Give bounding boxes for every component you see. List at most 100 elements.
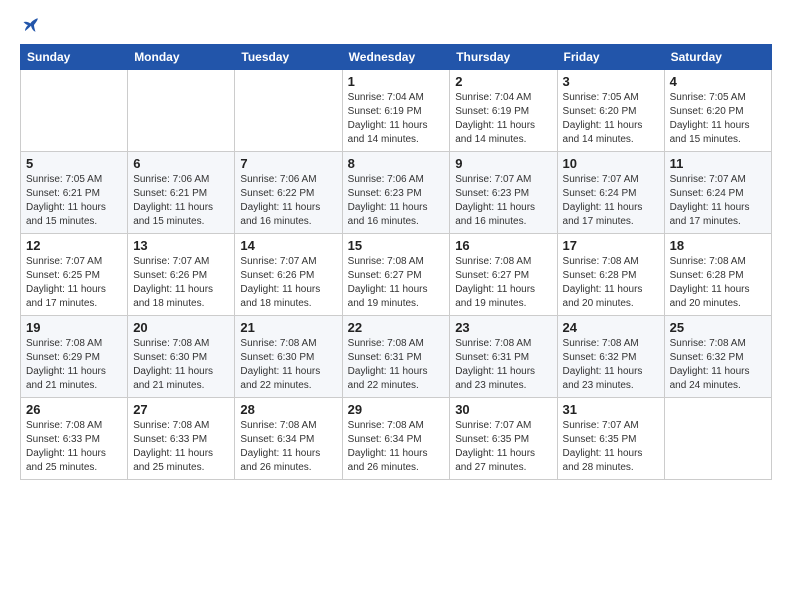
day-info: Sunrise: 7:08 AM Sunset: 6:32 PM Dayligh… bbox=[670, 337, 766, 393]
calendar-cell: 22Sunrise: 7:08 AM Sunset: 6:31 PM Dayli… bbox=[342, 316, 450, 398]
day-info: Sunrise: 7:08 AM Sunset: 6:28 PM Dayligh… bbox=[670, 255, 766, 311]
weekday-header-sunday: Sunday bbox=[21, 45, 128, 70]
calendar-cell: 13Sunrise: 7:07 AM Sunset: 6:26 PM Dayli… bbox=[128, 234, 235, 316]
day-number: 18 bbox=[670, 238, 766, 253]
calendar-cell: 21 Sunrise: 7:08 AM Sunset: 6:30 PM Dayli… bbox=[235, 316, 342, 398]
day-info: Sunrise: 7:05 AM Sunset: 6:20 PM Dayligh… bbox=[670, 91, 766, 147]
calendar-cell: 2 Sunrise: 7:04 AM Sunset: 6:19 PM Daylig… bbox=[450, 70, 557, 152]
weekday-header-friday: Friday bbox=[557, 45, 664, 70]
day-number: 10 bbox=[563, 156, 659, 171]
day-number: 23 bbox=[455, 320, 551, 335]
day-number: 15 bbox=[348, 238, 445, 253]
day-number: 17 bbox=[563, 238, 659, 253]
calendar-cell: 27 Sunrise: 7:08 AM Sunset: 6:33 PM Dayli… bbox=[128, 398, 235, 480]
day-info: Sunrise: 7:08 AM Sunset: 6:33 PM Dayligh… bbox=[133, 419, 229, 475]
calendar-cell bbox=[128, 70, 235, 152]
day-info: Sunrise: 7:07 AM Sunset: 6:35 PM Dayligh… bbox=[455, 419, 551, 475]
calendar-cell: 16 Sunrise: 7:08 AM Sunset: 6:27 PM Dayli… bbox=[450, 234, 557, 316]
day-info: Sunrise: 7:07 AM Sunset: 6:24 PM Dayligh… bbox=[563, 173, 659, 229]
day-info: Sunrise: 7:07 AM Sunset: 6:26 PM Dayligh… bbox=[133, 255, 229, 311]
calendar-cell: 18 Sunrise: 7:08 AM Sunset: 6:28 PM Dayli… bbox=[664, 234, 771, 316]
day-number: 14 bbox=[240, 238, 336, 253]
calendar-cell: 15 Sunrise: 7:08 AM Sunset: 6:27 PM Dayli… bbox=[342, 234, 450, 316]
day-info: Sunrise: 7:08 AM Sunset: 6:28 PM Dayligh… bbox=[563, 255, 659, 311]
calendar-cell: 6Sunrise: 7:06 AM Sunset: 6:21 PM Daylig… bbox=[128, 152, 235, 234]
day-number: 8 bbox=[348, 156, 445, 171]
day-number: 25 bbox=[670, 320, 766, 335]
day-info: Sunrise: 7:08 AM Sunset: 6:32 PM Dayligh… bbox=[563, 337, 659, 393]
day-number: 12 bbox=[26, 238, 122, 253]
calendar-cell: 19 Sunrise: 7:08 AM Sunset: 6:29 PM Dayli… bbox=[21, 316, 128, 398]
weekday-header-wednesday: Wednesday bbox=[342, 45, 450, 70]
day-number: 3 bbox=[563, 74, 659, 89]
day-number: 24 bbox=[563, 320, 659, 335]
weekday-header-row: SundayMondayTuesdayWednesdayThursdayFrid… bbox=[21, 45, 772, 70]
header bbox=[20, 16, 772, 34]
day-number: 4 bbox=[670, 74, 766, 89]
calendar-cell bbox=[664, 398, 771, 480]
day-info: Sunrise: 7:04 AM Sunset: 6:19 PM Dayligh… bbox=[455, 91, 551, 147]
day-number: 9 bbox=[455, 156, 551, 171]
day-number: 7 bbox=[240, 156, 336, 171]
day-info: Sunrise: 7:08 AM Sunset: 6:29 PM Dayligh… bbox=[26, 337, 122, 393]
day-info: Sunrise: 7:07 AM Sunset: 6:25 PM Dayligh… bbox=[26, 255, 122, 311]
day-info: Sunrise: 7:08 AM Sunset: 6:27 PM Dayligh… bbox=[348, 255, 445, 311]
calendar-cell: 5 Sunrise: 7:05 AM Sunset: 6:21 PM Daylig… bbox=[21, 152, 128, 234]
calendar-cell: 1 Sunrise: 7:04 AM Sunset: 6:19 PM Daylig… bbox=[342, 70, 450, 152]
day-number: 29 bbox=[348, 402, 445, 417]
day-number: 20 bbox=[133, 320, 229, 335]
day-info: Sunrise: 7:08 AM Sunset: 6:33 PM Dayligh… bbox=[26, 419, 122, 475]
calendar-cell: 28Sunrise: 7:08 AM Sunset: 6:34 PM Dayli… bbox=[235, 398, 342, 480]
calendar-cell: 26 Sunrise: 7:08 AM Sunset: 6:33 PM Dayli… bbox=[21, 398, 128, 480]
day-info: Sunrise: 7:07 AM Sunset: 6:23 PM Dayligh… bbox=[455, 173, 551, 229]
day-info: Sunrise: 7:06 AM Sunset: 6:22 PM Dayligh… bbox=[240, 173, 336, 229]
calendar-cell: 25 Sunrise: 7:08 AM Sunset: 6:32 PM Dayli… bbox=[664, 316, 771, 398]
calendar-cell: 17 Sunrise: 7:08 AM Sunset: 6:28 PM Dayli… bbox=[557, 234, 664, 316]
week-row-3: 12 Sunrise: 7:07 AM Sunset: 6:25 PM Dayli… bbox=[21, 234, 772, 316]
day-number: 27 bbox=[133, 402, 229, 417]
calendar-cell: 3 Sunrise: 7:05 AM Sunset: 6:20 PM Daylig… bbox=[557, 70, 664, 152]
day-info: Sunrise: 7:08 AM Sunset: 6:27 PM Dayligh… bbox=[455, 255, 551, 311]
calendar-cell: 7 Sunrise: 7:06 AM Sunset: 6:22 PM Daylig… bbox=[235, 152, 342, 234]
day-info: Sunrise: 7:07 AM Sunset: 6:26 PM Dayligh… bbox=[240, 255, 336, 311]
day-number: 26 bbox=[26, 402, 122, 417]
week-row-5: 26 Sunrise: 7:08 AM Sunset: 6:33 PM Dayli… bbox=[21, 398, 772, 480]
calendar-cell: 20 Sunrise: 7:08 AM Sunset: 6:30 PM Dayli… bbox=[128, 316, 235, 398]
calendar-cell bbox=[235, 70, 342, 152]
day-number: 2 bbox=[455, 74, 551, 89]
day-info: Sunrise: 7:08 AM Sunset: 6:30 PM Dayligh… bbox=[240, 337, 336, 393]
calendar-cell: 10 Sunrise: 7:07 AM Sunset: 6:24 PM Dayli… bbox=[557, 152, 664, 234]
calendar-cell: 23 Sunrise: 7:08 AM Sunset: 6:31 PM Dayli… bbox=[450, 316, 557, 398]
calendar-cell: 31 Sunrise: 7:07 AM Sunset: 6:35 PM Dayli… bbox=[557, 398, 664, 480]
calendar-cell: 8 Sunrise: 7:06 AM Sunset: 6:23 PM Daylig… bbox=[342, 152, 450, 234]
page-container: SundayMondayTuesdayWednesdayThursdayFrid… bbox=[0, 0, 792, 490]
calendar-cell: 9 Sunrise: 7:07 AM Sunset: 6:23 PM Daylig… bbox=[450, 152, 557, 234]
day-number: 1 bbox=[348, 74, 445, 89]
calendar-cell: 24 Sunrise: 7:08 AM Sunset: 6:32 PM Dayli… bbox=[557, 316, 664, 398]
calendar-cell: 4 Sunrise: 7:05 AM Sunset: 6:20 PM Daylig… bbox=[664, 70, 771, 152]
day-info: Sunrise: 7:06 AM Sunset: 6:23 PM Dayligh… bbox=[348, 173, 445, 229]
day-number: 28 bbox=[240, 402, 336, 417]
day-number: 19 bbox=[26, 320, 122, 335]
day-number: 5 bbox=[26, 156, 122, 171]
week-row-1: 1 Sunrise: 7:04 AM Sunset: 6:19 PM Daylig… bbox=[21, 70, 772, 152]
day-info: Sunrise: 7:04 AM Sunset: 6:19 PM Dayligh… bbox=[348, 91, 445, 147]
weekday-header-thursday: Thursday bbox=[450, 45, 557, 70]
calendar-table: SundayMondayTuesdayWednesdayThursdayFrid… bbox=[20, 44, 772, 480]
day-number: 31 bbox=[563, 402, 659, 417]
calendar-cell: 30Sunrise: 7:07 AM Sunset: 6:35 PM Dayli… bbox=[450, 398, 557, 480]
logo-bird-icon bbox=[22, 16, 40, 34]
day-info: Sunrise: 7:08 AM Sunset: 6:31 PM Dayligh… bbox=[348, 337, 445, 393]
day-info: Sunrise: 7:07 AM Sunset: 6:24 PM Dayligh… bbox=[670, 173, 766, 229]
day-number: 21 bbox=[240, 320, 336, 335]
day-info: Sunrise: 7:08 AM Sunset: 6:31 PM Dayligh… bbox=[455, 337, 551, 393]
day-number: 11 bbox=[670, 156, 766, 171]
day-info: Sunrise: 7:08 AM Sunset: 6:30 PM Dayligh… bbox=[133, 337, 229, 393]
day-info: Sunrise: 7:05 AM Sunset: 6:21 PM Dayligh… bbox=[26, 173, 122, 229]
day-info: Sunrise: 7:07 AM Sunset: 6:35 PM Dayligh… bbox=[563, 419, 659, 475]
day-info: Sunrise: 7:05 AM Sunset: 6:20 PM Dayligh… bbox=[563, 91, 659, 147]
day-number: 16 bbox=[455, 238, 551, 253]
weekday-header-monday: Monday bbox=[128, 45, 235, 70]
calendar-cell: 11 Sunrise: 7:07 AM Sunset: 6:24 PM Dayli… bbox=[664, 152, 771, 234]
calendar-cell: 12 Sunrise: 7:07 AM Sunset: 6:25 PM Dayli… bbox=[21, 234, 128, 316]
